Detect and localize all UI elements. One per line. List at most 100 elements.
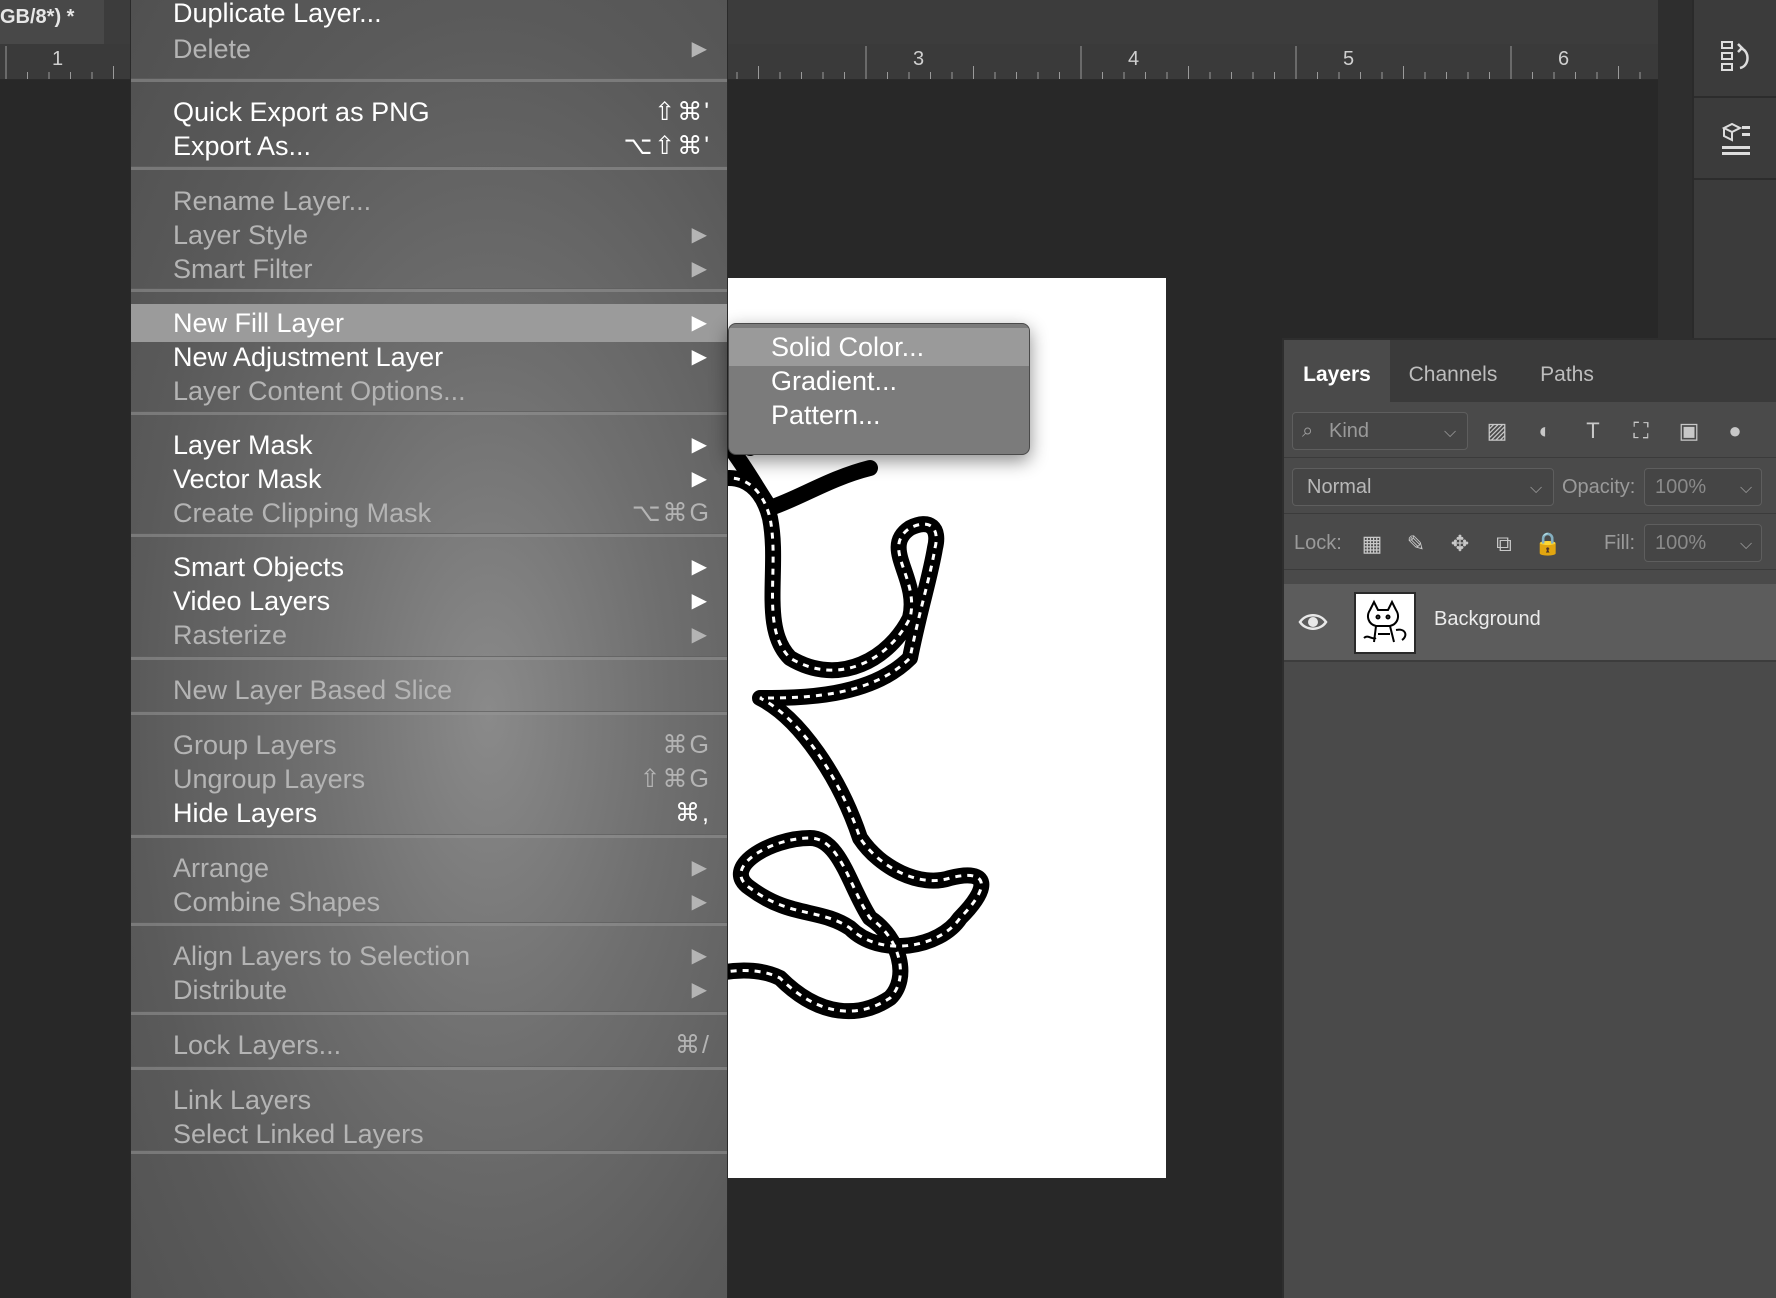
menu-item-label: Group Layers [173, 730, 337, 760]
menu-item-shortcut: ⌘G [662, 731, 711, 759]
menu-item-layer-mask[interactable]: Layer Mask ▶ [131, 426, 727, 464]
menu-item-label: Duplicate Layer... [173, 0, 382, 28]
menu-item-vector-mask[interactable]: Vector Mask ▶ [131, 460, 727, 498]
menu-item-label: Rename Layer... [173, 186, 372, 216]
menu-separator [131, 922, 727, 926]
menu-item-export-as[interactable]: Export As... ⌥⇧⌘' [131, 127, 727, 165]
chevron-down-icon: ⌵ [1740, 536, 1753, 553]
submenu-item-label: Solid Color... [771, 332, 925, 362]
pixel-layer-filter-icon[interactable]: ▨ [1484, 418, 1510, 444]
menu-item-align-layers-to-selection[interactable]: Align Layers to Selection ▶ [131, 937, 727, 975]
menu-item-label: Quick Export as PNG [173, 97, 430, 127]
menu-item-delete[interactable]: Delete ▶ [131, 30, 727, 68]
menu-item-shortcut: ⌥⇧⌘' [623, 132, 711, 160]
menu-item-lock-layers[interactable]: Lock Layers... ⌘/ [131, 1026, 727, 1064]
menu-item-label: Layer Mask [173, 430, 313, 460]
menu-item-label: Smart Objects [173, 552, 345, 582]
submenu-arrow-icon: ▶ [691, 258, 707, 280]
menu-item-new-adjustment-layer[interactable]: New Adjustment Layer ▶ [131, 338, 727, 376]
menu-separator [131, 288, 727, 292]
tab-channels[interactable]: Channels [1390, 340, 1516, 402]
menu-item-arrange[interactable]: Arrange ▶ [131, 849, 727, 887]
menu-item-quick-export-as-png[interactable]: Quick Export as PNG ⇧⌘' [131, 93, 727, 131]
submenu-arrow-icon: ▶ [691, 556, 707, 578]
lock-position-icon[interactable]: ✥ [1446, 530, 1474, 558]
menu-item-label: New Fill Layer [173, 308, 345, 338]
type-layer-filter-icon[interactable]: T [1580, 418, 1606, 444]
menu-item-duplicate-layer[interactable]: Duplicate Layer... [131, 0, 727, 32]
submenu-arrow-icon: ▶ [691, 624, 707, 646]
prevent-auto-nest-icon[interactable]: ⧉ [1490, 530, 1518, 558]
menu-item-ungroup-layers[interactable]: Ungroup Layers ⇧⌘G [131, 760, 727, 798]
menu-item-label: Distribute [173, 975, 288, 1005]
ruler-number: 5 [1343, 48, 1355, 70]
properties-panel-button[interactable] [1694, 100, 1776, 180]
menu-item-combine-shapes[interactable]: Combine Shapes ▶ [131, 883, 727, 921]
menu-separator [131, 1011, 727, 1015]
menu-item-distribute[interactable]: Distribute ▶ [131, 971, 727, 1009]
menu-item-label: New Adjustment Layer [173, 342, 444, 372]
menu-item-rename-layer[interactable]: Rename Layer... [131, 182, 727, 220]
menu-item-label: Arrange [173, 853, 270, 883]
history-panel-button[interactable] [1694, 18, 1776, 98]
layers-panel: Layers Channels Paths Kind ⌕ ⌵ ▨ ◐ T ⛶ ▣… [1282, 338, 1776, 1298]
menu-item-video-layers[interactable]: Video Layers ▶ [131, 582, 727, 620]
panel-dock [1692, 0, 1776, 338]
history-icon [1721, 41, 1749, 71]
opacity-value: 100% [1655, 476, 1707, 498]
menu-item-create-clipping-mask[interactable]: Create Clipping Mask ⌥⌘G [131, 494, 727, 532]
menu-item-hide-layers[interactable]: Hide Layers ⌘, [131, 794, 727, 832]
eye-visibility-icon[interactable] [1298, 610, 1328, 634]
menu-item-link-layers[interactable]: Link Layers [131, 1081, 727, 1119]
menu-item-layer-content-options[interactable]: Layer Content Options... [131, 372, 727, 410]
tab-paths[interactable]: Paths [1516, 340, 1618, 402]
menu-item-group-layers[interactable]: Group Layers ⌘G [131, 726, 727, 764]
smart-object-filter-icon[interactable]: ▣ [1676, 418, 1702, 444]
new-fill-layer-submenu: Solid Color... Gradient... Pattern... [728, 323, 1030, 455]
menu-item-new-layer-based-slice[interactable]: New Layer Based Slice [131, 671, 727, 709]
tab-layers[interactable]: Layers [1284, 340, 1390, 402]
lock-transparent-pixels-icon[interactable]: ▦ [1358, 530, 1386, 558]
menu-item-label: Vector Mask [173, 464, 322, 494]
layer-thumbnail [1354, 592, 1416, 654]
menu-item-rasterize[interactable]: Rasterize ▶ [131, 616, 727, 654]
submenu-arrow-icon: ▶ [691, 38, 707, 60]
filter-toggle-icon[interactable]: ● [1722, 418, 1748, 444]
layer-name[interactable]: Background [1434, 608, 1541, 631]
menu-item-shortcut: ⇧⌘' [654, 98, 711, 126]
menu-separator [131, 656, 727, 660]
submenu-arrow-icon: ▶ [691, 857, 707, 879]
submenu-arrow-icon: ▶ [691, 468, 707, 490]
adjustment-layer-filter-icon[interactable]: ◐ [1532, 418, 1558, 444]
submenu-item-pattern[interactable]: Pattern... [729, 396, 1029, 434]
menu-item-smart-objects[interactable]: Smart Objects ▶ [131, 548, 727, 586]
filter-kind-select[interactable]: Kind [1292, 412, 1468, 450]
menu-item-layer-style[interactable]: Layer Style ▶ [131, 216, 727, 254]
menu-separator [131, 533, 727, 537]
menu-item-select-linked-layers[interactable]: Select Linked Layers [131, 1115, 727, 1153]
menu-separator [131, 711, 727, 715]
menu-item-label: Link Layers [173, 1085, 312, 1115]
submenu-arrow-icon: ▶ [691, 891, 707, 913]
lock-all-icon[interactable]: 🔒 [1534, 530, 1562, 558]
blend-mode-select[interactable]: Normal [1292, 468, 1554, 506]
layer-row-background[interactable]: Background [1284, 584, 1776, 662]
ruler-number: 4 [1128, 48, 1140, 70]
panel-dock-gutter [1658, 0, 1692, 338]
menu-item-label: Hide Layers [173, 798, 318, 828]
menu-item-new-fill-layer[interactable]: New Fill Layer ▶ [131, 304, 727, 342]
menu-separator [131, 1066, 727, 1070]
menu-item-label: Ungroup Layers [173, 764, 366, 794]
menu-item-smart-filter[interactable]: Smart Filter ▶ [131, 250, 727, 288]
document-tab[interactable]: GB/8*) * [0, 0, 104, 44]
layer-filter-row: Kind ⌕ ⌵ ▨ ◐ T ⛶ ▣ ● [1284, 402, 1776, 458]
menu-separator [131, 834, 727, 838]
lock-image-pixels-icon[interactable]: ✎ [1402, 530, 1430, 558]
menu-item-label: Select Linked Layers [173, 1119, 424, 1149]
menu-item-label: Align Layers to Selection [173, 941, 471, 971]
submenu-item-solid-color[interactable]: Solid Color... [729, 328, 1029, 366]
menu-separator [131, 166, 727, 170]
submenu-item-gradient[interactable]: Gradient... [729, 362, 1029, 400]
lock-row: Lock: ▦ ✎ ✥ ⧉ 🔒 Fill: 100% ⌵ [1284, 514, 1776, 570]
shape-layer-filter-icon[interactable]: ⛶ [1628, 418, 1654, 444]
